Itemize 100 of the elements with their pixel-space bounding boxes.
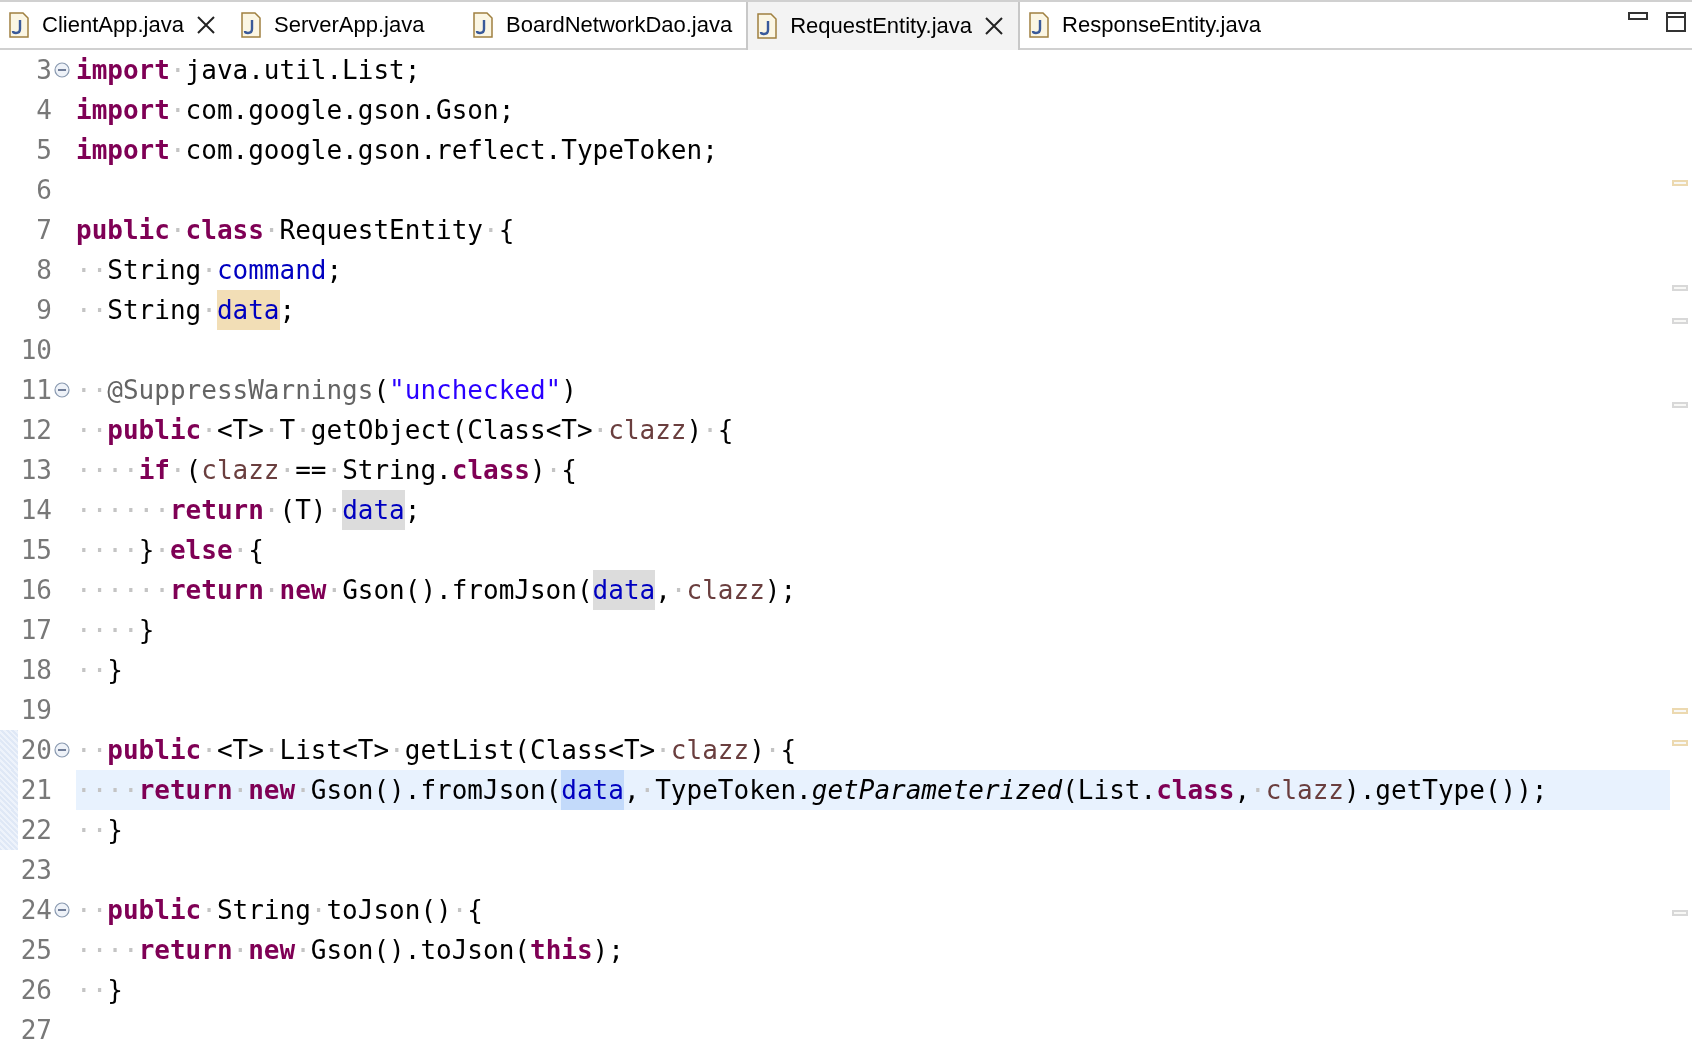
code-token: { [717, 414, 734, 447]
code-token: TypeToken. [655, 774, 812, 807]
code-token: getList(Class<T> [404, 734, 656, 767]
code-token: String [216, 894, 311, 927]
close-icon[interactable] [984, 16, 1005, 36]
line-number: 11 [19, 375, 52, 405]
whitespace-marker: · [169, 454, 186, 487]
code-token: } [107, 814, 123, 847]
tab-label: ResponseEntity.java [1062, 12, 1261, 38]
line-number: 9 [35, 295, 52, 325]
line-number: 10 [19, 335, 52, 365]
java-file-icon [472, 12, 494, 38]
code-token: if [138, 454, 170, 487]
java-file-icon [8, 12, 30, 38]
whitespace-marker: · [1250, 774, 1266, 807]
whitespace-marker: ·· [76, 734, 108, 767]
whitespace-marker: · [483, 214, 499, 247]
whitespace-marker: · [169, 54, 186, 87]
line-number: 5 [35, 135, 52, 165]
code-token: this [530, 934, 593, 967]
close-icon[interactable] [195, 15, 216, 35]
line-number: 13 [19, 455, 52, 485]
code-token: com.google.gson.Gson; [185, 94, 515, 127]
minimize-icon[interactable] [1628, 12, 1648, 22]
code-token: getParameterized [811, 774, 1063, 807]
whitespace-marker: · [154, 534, 170, 567]
code-token: <T> [216, 414, 264, 447]
code-token: java.util.List; [185, 54, 421, 87]
line-number: 24 [19, 895, 52, 925]
collapse-icon[interactable] [54, 742, 70, 758]
code-token: T [279, 414, 296, 447]
code-token: (T) [279, 494, 327, 527]
line-number: 4 [35, 95, 52, 125]
code-token: Gson().toJson( [310, 934, 530, 967]
collapse-icon[interactable] [54, 902, 70, 918]
tab-label: RequestEntity.java [790, 13, 973, 39]
code-token: import [76, 134, 170, 167]
code-token: String. [342, 454, 452, 487]
code-token: == [295, 454, 327, 487]
line-number: 7 [35, 215, 52, 245]
java-file-icon [756, 13, 779, 39]
whitespace-marker: ···· [76, 934, 139, 967]
code-token: { [561, 454, 577, 487]
line-number: 22 [19, 815, 52, 845]
editor-tab[interactable]: RequestEntity.java [746, 2, 1021, 50]
whitespace-marker: ·· [76, 254, 108, 287]
code-token: else [169, 534, 233, 567]
code-token: } [107, 654, 123, 687]
line-number: 25 [19, 935, 52, 965]
line-number: 27 [19, 1015, 52, 1045]
code-token: , [655, 574, 671, 607]
line-number: 19 [19, 695, 52, 725]
line-number: 20 [19, 735, 52, 765]
code-token: public [107, 734, 202, 767]
code-token: ); [592, 934, 624, 967]
code-token: clazz [608, 414, 687, 447]
whitespace-marker: · [326, 574, 343, 607]
whitespace-marker: · [232, 534, 249, 567]
whitespace-marker: ·· [76, 414, 108, 447]
whitespace-marker: ···· [76, 774, 139, 807]
whitespace-marker: · [389, 734, 405, 767]
code-token: clazz [201, 454, 280, 487]
line-number: 15 [19, 535, 52, 565]
code-token: toJson() [326, 894, 452, 927]
code-token: ).getType()); [1344, 774, 1548, 807]
whitespace-marker: · [169, 94, 186, 127]
whitespace-marker: · [326, 494, 343, 527]
collapse-icon[interactable] [54, 382, 70, 398]
line-number: 6 [35, 175, 52, 205]
code-token: ; [279, 294, 296, 327]
code-token: return [169, 574, 264, 607]
whitespace-marker: · [169, 214, 186, 247]
code-token: <T> [216, 734, 264, 767]
code-token: clazz [1265, 774, 1344, 807]
tab-label: ClientApp.java [42, 12, 184, 38]
whitespace-marker: ······ [76, 574, 170, 607]
code-token: Gson().fromJson( [310, 774, 562, 807]
whitespace-marker: ···· [76, 614, 139, 647]
code-token: RequestEntity [279, 214, 483, 247]
code-token: @SuppressWarnings [107, 374, 374, 407]
code-token: clazz [686, 574, 765, 607]
whitespace-marker: · [295, 414, 311, 447]
whitespace-marker: · [592, 414, 609, 447]
code-token: com.google.gson.reflect.TypeToken; [185, 134, 718, 167]
line-number: 17 [19, 615, 52, 645]
whitespace-marker: · [702, 414, 718, 447]
maximize-icon[interactable] [1666, 12, 1686, 32]
whitespace-marker: ···· [76, 534, 139, 567]
whitespace-marker: · [232, 774, 249, 807]
whitespace-marker: · [639, 774, 656, 807]
collapse-icon[interactable] [54, 62, 70, 78]
code-token: return [169, 494, 264, 527]
line-number: 3 [35, 55, 52, 85]
code-token: clazz [670, 734, 750, 767]
code-token: { [498, 214, 515, 247]
whitespace-marker: ·· [76, 894, 108, 927]
whitespace-marker: · [169, 134, 186, 167]
code-token: class [451, 454, 530, 487]
whitespace-marker: · [295, 774, 311, 807]
whitespace-marker: · [201, 294, 217, 327]
